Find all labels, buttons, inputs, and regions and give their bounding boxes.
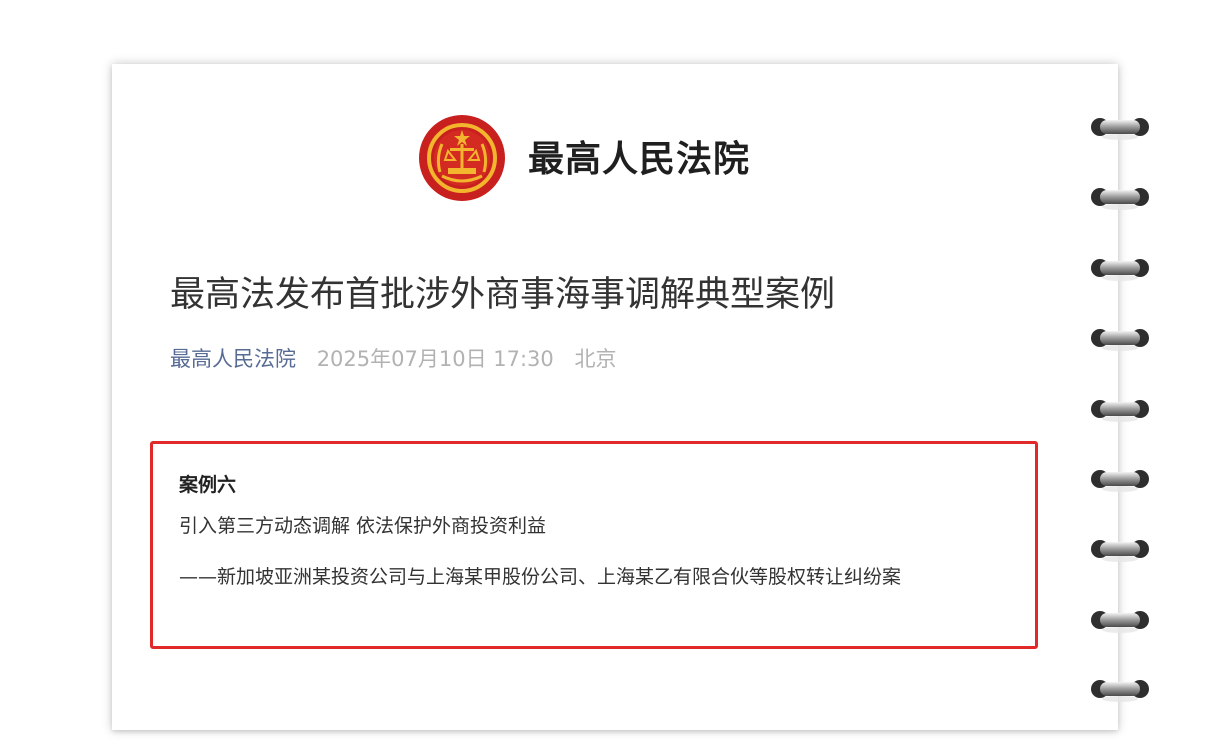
article-card: 最高人民法院 最高法发布首批涉外商事海事调解典型案例 最高人民法院 2025年0… (112, 64, 1118, 730)
account-name[interactable]: 最高人民法院 (528, 138, 750, 182)
source-link[interactable]: 最高人民法院 (170, 347, 296, 371)
case-number: 案例六 (179, 474, 237, 496)
account-header: 最高人民法院 (112, 114, 1118, 204)
case-highlight-box: 案例六 引入第三方动态调解 依法保护外商投资利益 ——新加坡亚洲某投资公司与上海… (150, 441, 1038, 649)
publish-date: 2025年07月10日 17:30 (316, 347, 554, 371)
spiral-binding-icon (1091, 118, 1149, 702)
article-meta: 最高人民法院 2025年07月10日 17:30 北京 (170, 344, 616, 374)
publish-location: 北京 (574, 347, 617, 371)
case-title: 引入第三方动态调解 依法保护外商投资利益 (179, 515, 547, 537)
screenshot-stage: 最高人民法院 最高法发布首批涉外商事海事调解典型案例 最高人民法院 2025年0… (0, 0, 1228, 742)
case-subtitle: ——新加坡亚洲某投资公司与上海某甲股份公司、上海某乙有限合伙等股权转让纠纷案 (179, 566, 902, 588)
article-title: 最高法发布首批涉外商事海事调解典型案例 (170, 275, 836, 315)
court-emblem-icon (419, 115, 505, 201)
